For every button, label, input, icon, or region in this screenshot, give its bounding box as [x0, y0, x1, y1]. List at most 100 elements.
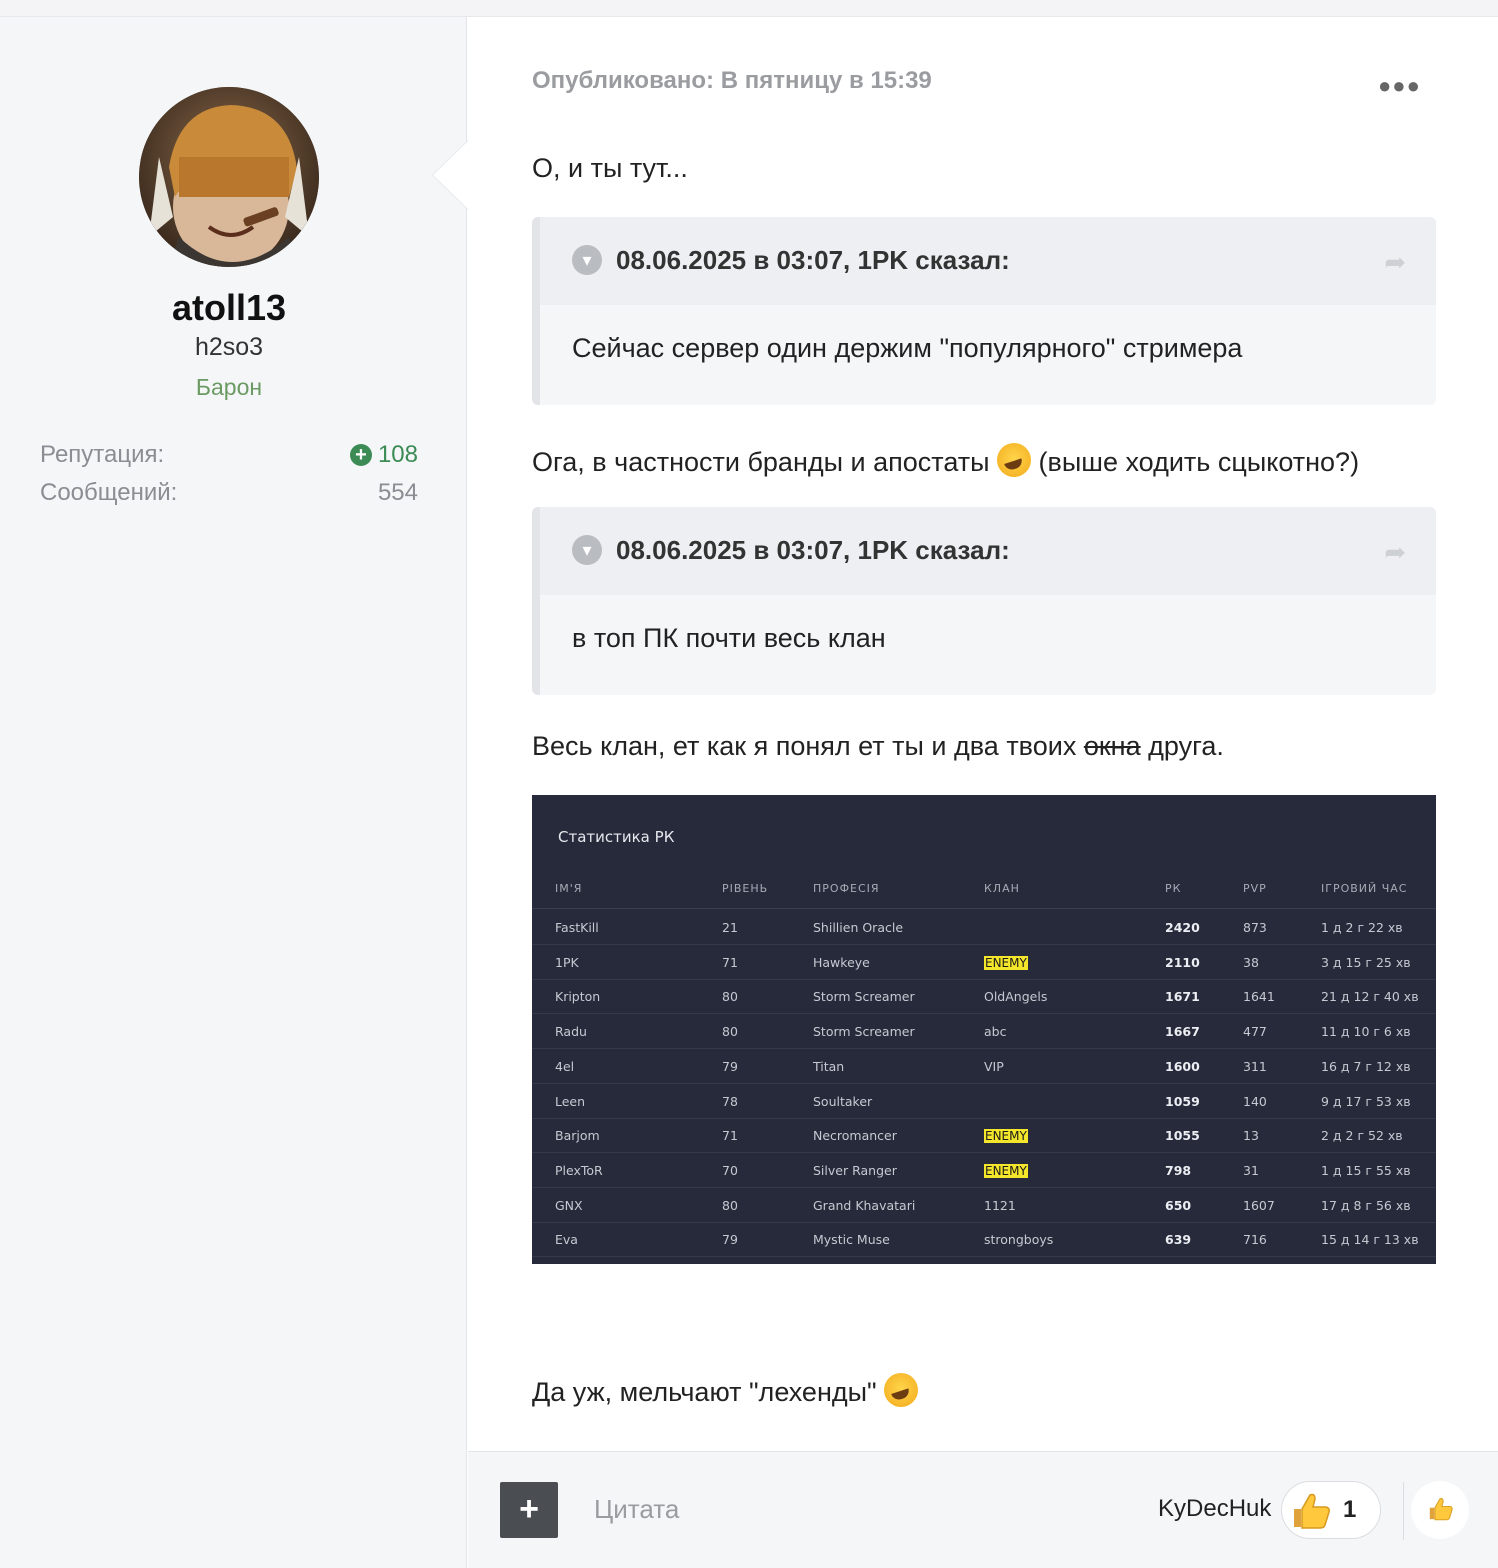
enemy-badge: ENEMY — [984, 1163, 1028, 1178]
post-paragraph-4: Да уж, мельчают "лехенды" — [532, 1373, 919, 1408]
cell-level: 80 — [722, 1197, 738, 1213]
author-rank: Барон — [195, 374, 263, 400]
cell-name: Eva — [555, 1232, 578, 1248]
cell-pk: 1600 — [1165, 1058, 1200, 1074]
reaction-user-name[interactable]: KyDecHuk — [1158, 1495, 1271, 1523]
thumbs-up-icon — [1294, 1493, 1330, 1529]
divider — [1403, 1482, 1404, 1540]
enemy-badge: ENEMY — [984, 955, 1028, 970]
header-profession: ПРОФЕСІЯ — [813, 882, 880, 895]
header-pk: РК — [1165, 882, 1182, 895]
stats-table-row: Barjom 71 Necromancer ENEMY 1055 13 2 д 2 г 52… — [532, 1118, 1436, 1154]
posts-row: Сообщений: 554 — [40, 479, 418, 509]
cell-name: 1PK — [555, 954, 579, 970]
paragraph-3-text: Весь клан, ет как я понял ет ты и два тв… — [532, 731, 1077, 761]
quote-citation[interactable]: 08.06.2025 в 03:07, 1PK сказал: — [616, 245, 1010, 276]
reputation-label: Репутация: — [40, 441, 165, 468]
rofl-emoji-icon — [884, 1373, 919, 1407]
post-paragraph-1: О, и ты тут... — [532, 153, 688, 183]
stats-table-row: Leen 78 Soultaker 1059 140 9 д 17 г 53 хв — [532, 1084, 1436, 1119]
stats-table-header: ІМ'Я РІВЕНЬ ПРОФЕСІЯ КЛАН РК PVP ІГРОВИЙ… — [532, 879, 1436, 909]
stats-title: Статистика РК — [558, 828, 675, 846]
cell-level: 79 — [722, 1232, 738, 1248]
reaction-summary[interactable]: 1 — [1281, 1481, 1381, 1539]
cell-profession: Shillien Oracle — [813, 920, 904, 935]
cell-pk: 1671 — [1165, 989, 1200, 1005]
stats-table-row: 1PK 71 Hawkeye ENEMY 2110 38 3 д 15 г 25 хв — [532, 945, 1436, 980]
cell-profession: Mystic Muse — [813, 1232, 890, 1248]
cell-pk: 2420 — [1165, 920, 1200, 935]
cell-pvp: 1607 — [1243, 1197, 1275, 1213]
stats-table-row: PlexToR 70 Silver Ranger ENEMY 798 31 1 д 15 г… — [532, 1153, 1436, 1188]
header-name: ІМ'Я — [555, 882, 583, 895]
cell-playtime: 15 д 14 г 13 хв — [1321, 1232, 1419, 1248]
forum-post: atoll13 h2so3 Барон Репутация: + 108 Соо… — [0, 16, 1498, 1568]
cell-pk: 1059 — [1165, 1093, 1200, 1109]
cell-clan: VIP — [984, 1058, 1004, 1074]
header-playtime: ІГРОВИЙ ЧАС — [1321, 882, 1408, 895]
chevron-down-icon[interactable]: ▾ — [572, 245, 602, 275]
quote-block-2: ▾ 08.06.2025 в 03:07, 1PK сказал: ➦ в то… — [532, 507, 1436, 695]
share-arrow-icon[interactable]: ➦ — [1384, 247, 1406, 278]
more-dots-icon[interactable]: ●●● — [1378, 73, 1421, 99]
cell-clan: ENEMY — [984, 955, 1028, 970]
cell-playtime: 9 д 17 г 53 хв — [1321, 1093, 1411, 1109]
cell-level: 70 — [722, 1162, 738, 1178]
post-meta[interactable]: Опубликовано: В пятницу в 15:39 — [532, 67, 932, 95]
avatar[interactable] — [139, 87, 319, 267]
cell-clan: ENEMY — [984, 1163, 1028, 1178]
cell-level: 79 — [722, 1058, 738, 1074]
rofl-emoji-icon — [997, 443, 1032, 477]
cell-pk: 650 — [1165, 1197, 1192, 1213]
cell-clan: ENEMY — [984, 1128, 1028, 1144]
author-panel: atoll13 h2so3 Барон Репутация: + 108 Соо… — [0, 17, 467, 1568]
cell-pk: 2110 — [1165, 954, 1200, 970]
reputation-number: 108 — [377, 441, 418, 468]
stats-table-row: 4el 79 Titan VIP 1600 311 16 д 7 г 12 хв — [532, 1049, 1436, 1084]
quote-citation[interactable]: 08.06.2025 в 03:07, 1PK сказал: — [616, 535, 1010, 566]
cell-pvp: 13 — [1243, 1128, 1259, 1144]
cell-pvp: 38 — [1243, 954, 1259, 970]
react-button[interactable] — [1411, 1481, 1469, 1539]
cell-name: Radu — [555, 1024, 587, 1040]
cell-pvp: 477 — [1243, 1024, 1267, 1040]
reputation-row: Репутация: + 108 — [40, 441, 418, 471]
cell-name: GNX — [555, 1197, 583, 1213]
quote-button[interactable]: Цитата — [594, 1494, 679, 1525]
cell-playtime: 16 д 7 г 12 хв — [1321, 1058, 1411, 1074]
stats-table-row: Eva 79 Mystic Muse strongboys 639 716 15 д 14 … — [532, 1222, 1436, 1258]
paragraph-2-text-after: (выше ходить сцыкотно?) — [1038, 447, 1360, 477]
cell-playtime: 2 д 2 г 52 хв — [1321, 1128, 1403, 1144]
chevron-down-icon[interactable]: ▾ — [572, 535, 602, 565]
quote-block-1: ▾ 08.06.2025 в 03:07, 1PK сказал: ➦ Сейч… — [532, 217, 1436, 405]
posts-value: 554 — [377, 479, 418, 506]
quote-header: ▾ 08.06.2025 в 03:07, 1PK сказал: ➦ — [540, 507, 1436, 595]
thumbs-up-icon — [1429, 1498, 1453, 1521]
post-paragraph-3: Весь клан, ет как я понял ет ты и два тв… — [532, 731, 1224, 762]
cell-name: Leen — [555, 1093, 586, 1109]
cell-playtime: 11 д 10 г 6 хв — [1321, 1024, 1411, 1040]
paragraph-4-text: Да уж, мельчают "лехенды" — [532, 1377, 877, 1407]
stats-table-row: GNX 80 Grand Khavatari 1121 650 1607 17 д 8 г … — [532, 1188, 1436, 1223]
cell-clan: OldAngels — [984, 989, 1048, 1005]
cell-clan: strongboys — [984, 1232, 1054, 1248]
cell-profession: Storm Screamer — [813, 1024, 915, 1040]
cell-playtime: 1 д 2 г 22 хв — [1321, 920, 1403, 935]
cell-pvp: 1641 — [1243, 989, 1275, 1005]
cell-name: PlexToR — [555, 1162, 603, 1178]
plus-circle-icon: + — [349, 444, 372, 466]
cell-level: 71 — [722, 954, 738, 970]
stats-screenshot-image[interactable]: Статистика РК ІМ'Я РІВЕНЬ ПРОФЕСІЯ КЛАН … — [532, 795, 1436, 1264]
header-level: РІВЕНЬ — [722, 882, 769, 895]
cell-level: 78 — [722, 1093, 738, 1109]
multiquote-add-button[interactable]: + — [500, 1482, 558, 1538]
cell-playtime: 17 д 8 г 56 хв — [1321, 1197, 1411, 1213]
cell-profession: Necromancer — [813, 1128, 897, 1144]
author-name[interactable]: atoll13 — [0, 287, 458, 329]
paragraph-2-text: Ога, в частности бранды и апостаты — [532, 447, 990, 477]
cell-profession: Soultaker — [813, 1093, 873, 1109]
cell-pk: 639 — [1165, 1232, 1192, 1248]
share-arrow-icon[interactable]: ➦ — [1384, 537, 1406, 568]
cell-pk: 798 — [1165, 1162, 1192, 1178]
posts-label: Сообщений: — [40, 479, 178, 506]
